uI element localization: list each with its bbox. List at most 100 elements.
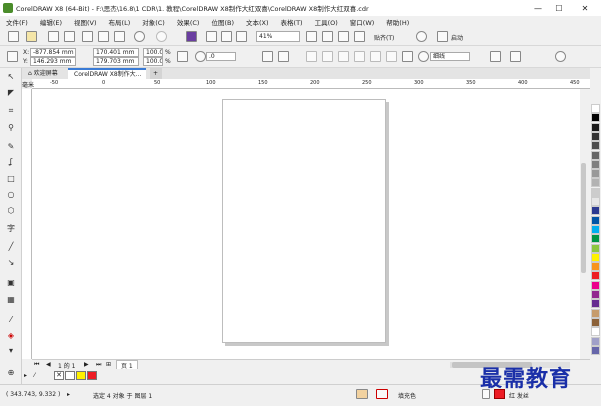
add-page-button[interactable]: ⊞ — [106, 361, 111, 368]
crop-tool-icon[interactable]: ⌗ — [6, 106, 16, 116]
palette-swatch[interactable] — [591, 141, 600, 151]
document-palette-swatch[interactable] — [87, 371, 97, 380]
ellipse-tool-icon[interactable]: ○ — [6, 190, 16, 200]
palette-swatch[interactable] — [591, 345, 600, 355]
no-color-swatch[interactable]: ✕ — [54, 371, 64, 380]
add-tab-button[interactable]: + — [150, 68, 162, 79]
snap-to-dropdown[interactable]: 贴齐(T) — [374, 33, 394, 42]
palette-swatch[interactable] — [591, 224, 600, 234]
menu-effects[interactable]: 效果(C) — [177, 17, 200, 27]
first-page-button[interactable]: ⏮ — [34, 361, 39, 369]
palette-swatch[interactable] — [591, 234, 600, 244]
menu-table[interactable]: 表格(T) — [281, 17, 303, 27]
weld-icon[interactable] — [338, 51, 349, 62]
palette-swatch[interactable] — [591, 299, 600, 309]
text-tool-icon[interactable]: 字 — [6, 224, 16, 234]
application-launcher-icon[interactable] — [437, 31, 448, 42]
y-position-field[interactable]: 146.293 mm — [30, 57, 76, 66]
menu-object[interactable]: 对象(C) — [142, 17, 165, 27]
eyedropper-icon[interactable]: ⁄ — [34, 372, 35, 379]
palette-swatch[interactable] — [591, 290, 600, 299]
palette-swatch[interactable] — [591, 122, 600, 132]
status-expand-icon[interactable]: ▸ — [67, 391, 70, 398]
width-field[interactable]: 170.401 mm — [93, 48, 139, 57]
guidelines-icon[interactable] — [354, 31, 365, 42]
rectangle-tool-icon[interactable]: □ — [6, 174, 16, 184]
open-folder-icon[interactable] — [26, 31, 37, 42]
zoom-tool-icon[interactable]: ⚲ — [6, 123, 16, 133]
print-icon[interactable] — [64, 31, 75, 42]
palette-swatch[interactable] — [591, 336, 600, 346]
palette-swatch[interactable] — [591, 243, 600, 253]
cut-icon[interactable] — [82, 31, 93, 42]
import-icon[interactable] — [206, 31, 217, 42]
shape-tool-icon[interactable]: ◤ — [6, 88, 16, 98]
lock-ratio-icon[interactable] — [177, 51, 188, 62]
last-page-button[interactable]: ⏭ — [96, 361, 101, 369]
outline-width-select[interactable]: 细线 — [430, 52, 470, 61]
tab-document[interactable]: CorelDRAW X8制作大... — [68, 68, 146, 79]
save-icon[interactable] — [48, 31, 59, 42]
transparency-tool-icon[interactable]: ▦ — [6, 295, 16, 305]
palette-swatch[interactable] — [591, 327, 600, 337]
options-gear-icon[interactable] — [416, 31, 427, 42]
parallel-dimension-tool-icon[interactable]: ╱ — [6, 242, 16, 252]
palette-swatch[interactable] — [591, 252, 600, 262]
x-position-field[interactable]: -877.854 mm — [30, 48, 76, 57]
eyedropper-tool-icon[interactable]: ⁄ — [6, 315, 16, 325]
copy-icon[interactable] — [98, 31, 109, 42]
palette-swatch[interactable] — [591, 317, 600, 327]
palette-swatch[interactable] — [591, 187, 600, 197]
menu-file[interactable]: 文件(F) — [6, 17, 28, 27]
full-screen-icon[interactable] — [306, 31, 317, 42]
zoom-level-select[interactable]: 41% — [256, 31, 300, 42]
palette-swatch[interactable] — [591, 113, 600, 123]
object-origin-icon[interactable] — [7, 51, 18, 62]
rulers-icon[interactable] — [322, 31, 333, 42]
palette-swatch[interactable] — [591, 131, 600, 141]
freehand-tool-icon[interactable]: ✎ — [6, 142, 16, 152]
launch-label[interactable]: 启动 — [451, 33, 463, 42]
outline-pen-icon[interactable] — [418, 51, 429, 62]
drop-shadow-tool-icon[interactable]: ▣ — [6, 278, 16, 288]
horizontal-ruler[interactable]: 毫米 -50 0 50 100 150 200 250 300 350 400 450 — [22, 79, 590, 89]
vertical-scrollbar[interactable] — [580, 89, 587, 359]
palette-menu-icon[interactable]: ▸ — [24, 372, 27, 379]
menu-bitmaps[interactable]: 位图(B) — [211, 17, 234, 27]
menu-window[interactable]: 窗口(W) — [350, 17, 375, 27]
redo-icon[interactable] — [156, 31, 167, 42]
scale-y-field[interactable]: 100.0 — [143, 57, 163, 66]
palette-swatch[interactable] — [591, 178, 600, 188]
palette-swatch[interactable] — [591, 308, 600, 318]
quick-customize-icon[interactable] — [510, 51, 521, 62]
artistic-media-tool-icon[interactable]: ʆ — [6, 157, 16, 167]
mirror-vertical-icon[interactable] — [278, 51, 289, 62]
new-document-icon[interactable] — [8, 31, 19, 42]
document-palette-swatch[interactable] — [65, 371, 75, 380]
rotation-angle-field[interactable]: .0 — [206, 52, 236, 61]
palette-swatch[interactable] — [591, 104, 600, 113]
palette-swatch[interactable] — [591, 262, 600, 272]
connector-tool-icon[interactable]: ↘ — [6, 258, 16, 268]
scale-x-field[interactable]: 100.0 — [143, 48, 163, 57]
no-fill-icon[interactable] — [376, 389, 388, 399]
mirror-horizontal-icon[interactable] — [262, 51, 273, 62]
tab-welcome-screen[interactable]: ⌂ 欢迎屏幕 — [22, 68, 67, 79]
next-page-button[interactable]: ▶ — [84, 361, 89, 368]
close-button[interactable]: ✕ — [576, 0, 594, 16]
pick-tool-icon[interactable]: ↖ — [6, 72, 16, 82]
add-toolbar-icon[interactable] — [555, 51, 566, 62]
trim-icon[interactable] — [354, 51, 365, 62]
document-palette-swatch[interactable] — [76, 371, 86, 380]
ungroup-icon[interactable] — [322, 51, 333, 62]
palette-swatch[interactable] — [591, 169, 600, 179]
height-field[interactable]: 179.703 mm — [93, 57, 139, 66]
menu-edit[interactable]: 编辑(E) — [40, 17, 62, 27]
polygon-tool-icon[interactable]: ⬡ — [6, 206, 16, 216]
menu-text[interactable]: 文本(X) — [246, 17, 269, 27]
front-minus-back-icon[interactable] — [402, 51, 413, 62]
palette-swatch[interactable] — [591, 215, 600, 225]
palette-swatch[interactable] — [591, 280, 600, 290]
vertical-ruler[interactable] — [22, 89, 32, 359]
minimize-button[interactable]: — — [529, 0, 547, 16]
